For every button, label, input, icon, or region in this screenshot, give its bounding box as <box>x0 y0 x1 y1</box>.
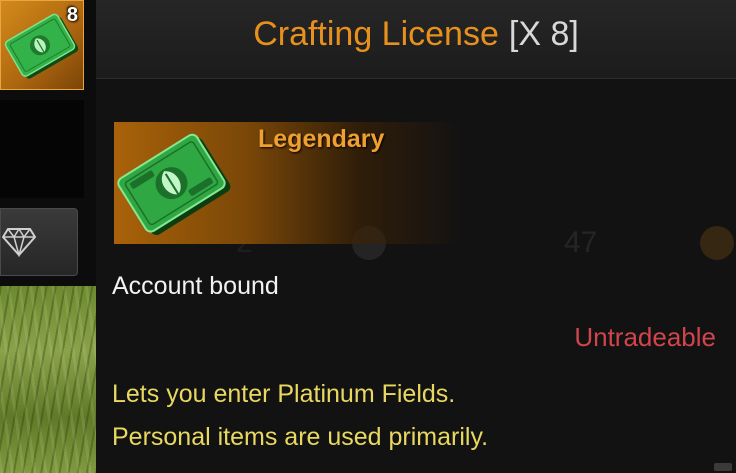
inventory-slot[interactable]: 8 <box>0 0 84 90</box>
slot-count: 8 <box>66 4 78 26</box>
gem-icon <box>2 227 36 257</box>
item-quantity: [X 8] <box>508 15 579 53</box>
tooltip-header: Crafting License [X 8] <box>96 0 736 79</box>
description-line: Lets you enter Platinum Fields. <box>112 380 456 408</box>
background-scenery <box>0 286 96 473</box>
description-line: Personal items are used primarily. <box>112 423 489 451</box>
item-rarity: Legendary <box>258 125 385 153</box>
empty-slot[interactable] <box>0 100 84 198</box>
item-title: Crafting License [X 8] <box>96 14 736 54</box>
corner-mark <box>714 463 732 471</box>
item-tooltip: Crafting License[X 8] 2 47 Legendary Acc… <box>96 0 736 473</box>
trade-status: Untradeable <box>574 322 716 352</box>
item-name: Crafting License <box>253 15 499 53</box>
gem-button[interactable] <box>0 208 78 276</box>
background-price: 47 <box>564 226 598 259</box>
binding-status: Account bound <box>112 272 279 300</box>
left-panel: 8 <box>0 0 96 473</box>
background-coin <box>700 226 734 260</box>
crafting-license-icon <box>117 133 231 236</box>
